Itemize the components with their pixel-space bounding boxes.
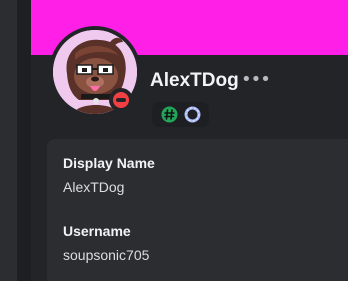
sidebar-strip [0, 0, 17, 281]
username-value: soupsonic705 [63, 247, 150, 263]
nitro-ring-badge-icon[interactable] [184, 106, 201, 123]
badge-list [152, 102, 209, 127]
hashtag-badge-icon[interactable] [161, 106, 178, 123]
dnd-status-icon [113, 92, 129, 108]
display-name-label: Display Name [63, 155, 155, 171]
profile-display-name: AlexTDog [150, 70, 239, 91]
profile-card: AlexTDog ••• Display Name AlexTDog Usern… [31, 0, 348, 281]
more-options-button[interactable]: ••• [241, 70, 271, 90]
sidebar-edge [17, 0, 31, 281]
display-name-value: AlexTDog [63, 179, 125, 195]
username-label: Username [63, 223, 131, 239]
user-info-panel: Display Name AlexTDog Username soupsonic… [47, 139, 348, 281]
